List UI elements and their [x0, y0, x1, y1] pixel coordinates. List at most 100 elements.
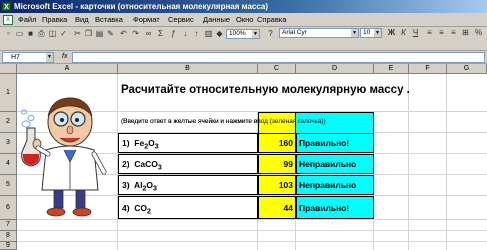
- preview-icon[interactable]: ◫: [47, 29, 58, 39]
- new-icon[interactable]: ▫: [3, 29, 14, 39]
- chevron-down-icon: ▼: [351, 29, 358, 37]
- menu-insert[interactable]: Вставка: [95, 15, 123, 25]
- chart-icon[interactable]: ▥: [203, 29, 214, 39]
- cut-icon[interactable]: ✂: [72, 29, 83, 39]
- spelling-icon[interactable]: ✓: [58, 29, 69, 39]
- formula-cell-3[interactable]: 3) Al2O3: [118, 175, 258, 195]
- workbook-icon[interactable]: X: [3, 15, 13, 25]
- answer-cell-3[interactable]: 103: [258, 175, 296, 195]
- hyperlink-icon[interactable]: ∞: [143, 29, 154, 39]
- row-header-6[interactable]: 6: [0, 196, 17, 220]
- undo-icon[interactable]: ↶: [118, 29, 129, 39]
- answer-cell-2[interactable]: 99: [258, 154, 296, 174]
- row-header-5[interactable]: 5: [0, 175, 17, 196]
- zoom-select[interactable]: 100% ▼: [226, 29, 260, 39]
- font-size-select[interactable]: 10 ▼: [360, 28, 382, 38]
- menu-view[interactable]: Вид: [75, 15, 89, 25]
- save-icon[interactable]: ■: [25, 29, 36, 39]
- result-cell-3[interactable]: Неправильно: [296, 175, 374, 195]
- menu-edit[interactable]: Правка: [42, 15, 67, 25]
- result-cell-4[interactable]: Правильно!: [296, 196, 374, 219]
- item-number: 2): [122, 159, 130, 169]
- item-number: 4): [122, 203, 130, 213]
- drawing-icon[interactable]: ◆: [214, 29, 225, 39]
- instruction-text-overlay: (Введите ответ в желтые ячейки и нажмите…: [121, 118, 326, 125]
- column-header-c[interactable]: C: [258, 64, 296, 74]
- column-header-e[interactable]: E: [374, 64, 409, 74]
- merge-center-icon[interactable]: ⊞: [460, 28, 471, 38]
- chemist-illustration: [21, 97, 107, 217]
- format-painter-icon[interactable]: ✎: [105, 29, 116, 39]
- window-title: Microsoft Excel - карточки (относительна…: [14, 2, 269, 11]
- open-icon[interactable]: ▭: [14, 29, 25, 39]
- align-left-icon[interactable]: ≡: [424, 28, 435, 38]
- zoom-value: 100%: [229, 30, 246, 37]
- print-icon[interactable]: ⎙: [36, 29, 47, 39]
- formula-bar: H7 ▼ fx: [0, 51, 487, 64]
- formula-subscript: 3: [153, 184, 157, 193]
- answer-cell-4[interactable]: 44: [258, 196, 296, 219]
- grid-line: [446, 74, 447, 250]
- menu-window[interactable]: Окно: [236, 15, 253, 25]
- sort-asc-icon[interactable]: ↓: [180, 29, 191, 39]
- font-size-value: 10: [363, 29, 371, 36]
- italic-button[interactable]: К: [398, 28, 409, 38]
- underline-button[interactable]: Ч: [410, 28, 421, 38]
- formula-part: O: [148, 138, 155, 148]
- menu-data[interactable]: Данные: [203, 15, 230, 25]
- answer-cell-1[interactable]: 160: [258, 133, 296, 153]
- currency-icon[interactable]: %: [473, 28, 484, 38]
- formula-cell-1[interactable]: 1) Fe2O3: [118, 133, 258, 153]
- autosum-icon[interactable]: Σ: [155, 29, 166, 39]
- column-header-a[interactable]: A: [17, 64, 118, 74]
- menu-tools[interactable]: Сервис: [168, 15, 194, 25]
- sort-desc-icon[interactable]: ↑: [191, 29, 202, 39]
- item-number: 1): [122, 138, 130, 148]
- toolbar: ▫ ▭ ■ ⎙ ◫ ✓ ✂ ❐ ▤ ✎ ↶ ↷ ∞ Σ ƒ ↓ ↑ ▥ ◆ 10…: [0, 27, 487, 51]
- redo-icon[interactable]: ↷: [130, 29, 141, 39]
- row-header-3[interactable]: 3: [0, 133, 17, 154]
- copy-icon[interactable]: ❐: [83, 29, 94, 39]
- align-right-icon[interactable]: ≡: [448, 28, 459, 38]
- fx-icon[interactable]: fx: [62, 53, 67, 60]
- column-header-f[interactable]: F: [409, 64, 447, 74]
- sheet-heading[interactable]: Расчитайте относительную молекулярную ма…: [121, 84, 410, 96]
- row-header-9[interactable]: 9: [0, 242, 17, 250]
- column-header-d[interactable]: D: [296, 64, 374, 74]
- row-header-4[interactable]: 4: [0, 154, 17, 175]
- column-header-g[interactable]: G: [447, 64, 487, 74]
- function-icon[interactable]: ƒ: [168, 29, 179, 39]
- paste-icon[interactable]: ▤: [94, 29, 105, 39]
- menu-file[interactable]: Файл: [18, 15, 36, 25]
- row-header-8[interactable]: 8: [0, 231, 17, 242]
- grid-line: [17, 230, 487, 231]
- row-header-2[interactable]: 2: [0, 112, 17, 133]
- row-header-1[interactable]: 1: [0, 74, 17, 112]
- font-name-select[interactable]: Arial Cyr ▼: [279, 28, 359, 38]
- result-cell-1[interactable]: Правильно!: [296, 133, 374, 153]
- formula-part: CaCO: [134, 159, 158, 169]
- formula-input[interactable]: [72, 52, 485, 63]
- name-box[interactable]: H7 ▼: [2, 52, 54, 63]
- formula-part: Fe: [134, 138, 145, 148]
- column-header-b[interactable]: B: [118, 64, 258, 74]
- select-all-corner[interactable]: [0, 64, 17, 74]
- menu-format[interactable]: Формат: [133, 15, 160, 25]
- formula-part: CO: [134, 203, 148, 213]
- menu-bar: X Файл Правка Вид Вставка Формат Сервис …: [0, 13, 487, 27]
- title-bar: X Microsoft Excel - карточки (относитель…: [0, 0, 487, 13]
- grid-line: [17, 241, 487, 242]
- font-name-value: Arial Cyr: [282, 29, 307, 36]
- formula-cell-2[interactable]: 2) CaCO3: [118, 154, 258, 174]
- align-center-icon[interactable]: ≡: [436, 28, 447, 38]
- formula-cell-4[interactable]: 4) CO2: [118, 196, 258, 219]
- row-header-7[interactable]: 7: [0, 220, 17, 231]
- grid-line: [408, 74, 409, 250]
- excel-icon[interactable]: X: [2, 2, 11, 11]
- result-cell-2[interactable]: Неправильно: [296, 154, 374, 174]
- bold-button[interactable]: Ж: [386, 28, 397, 38]
- cell-reference: H7: [11, 54, 20, 61]
- chevron-down-icon: ▼: [252, 30, 259, 38]
- help-icon[interactable]: ?: [265, 29, 276, 39]
- menu-help[interactable]: Справка: [257, 15, 286, 25]
